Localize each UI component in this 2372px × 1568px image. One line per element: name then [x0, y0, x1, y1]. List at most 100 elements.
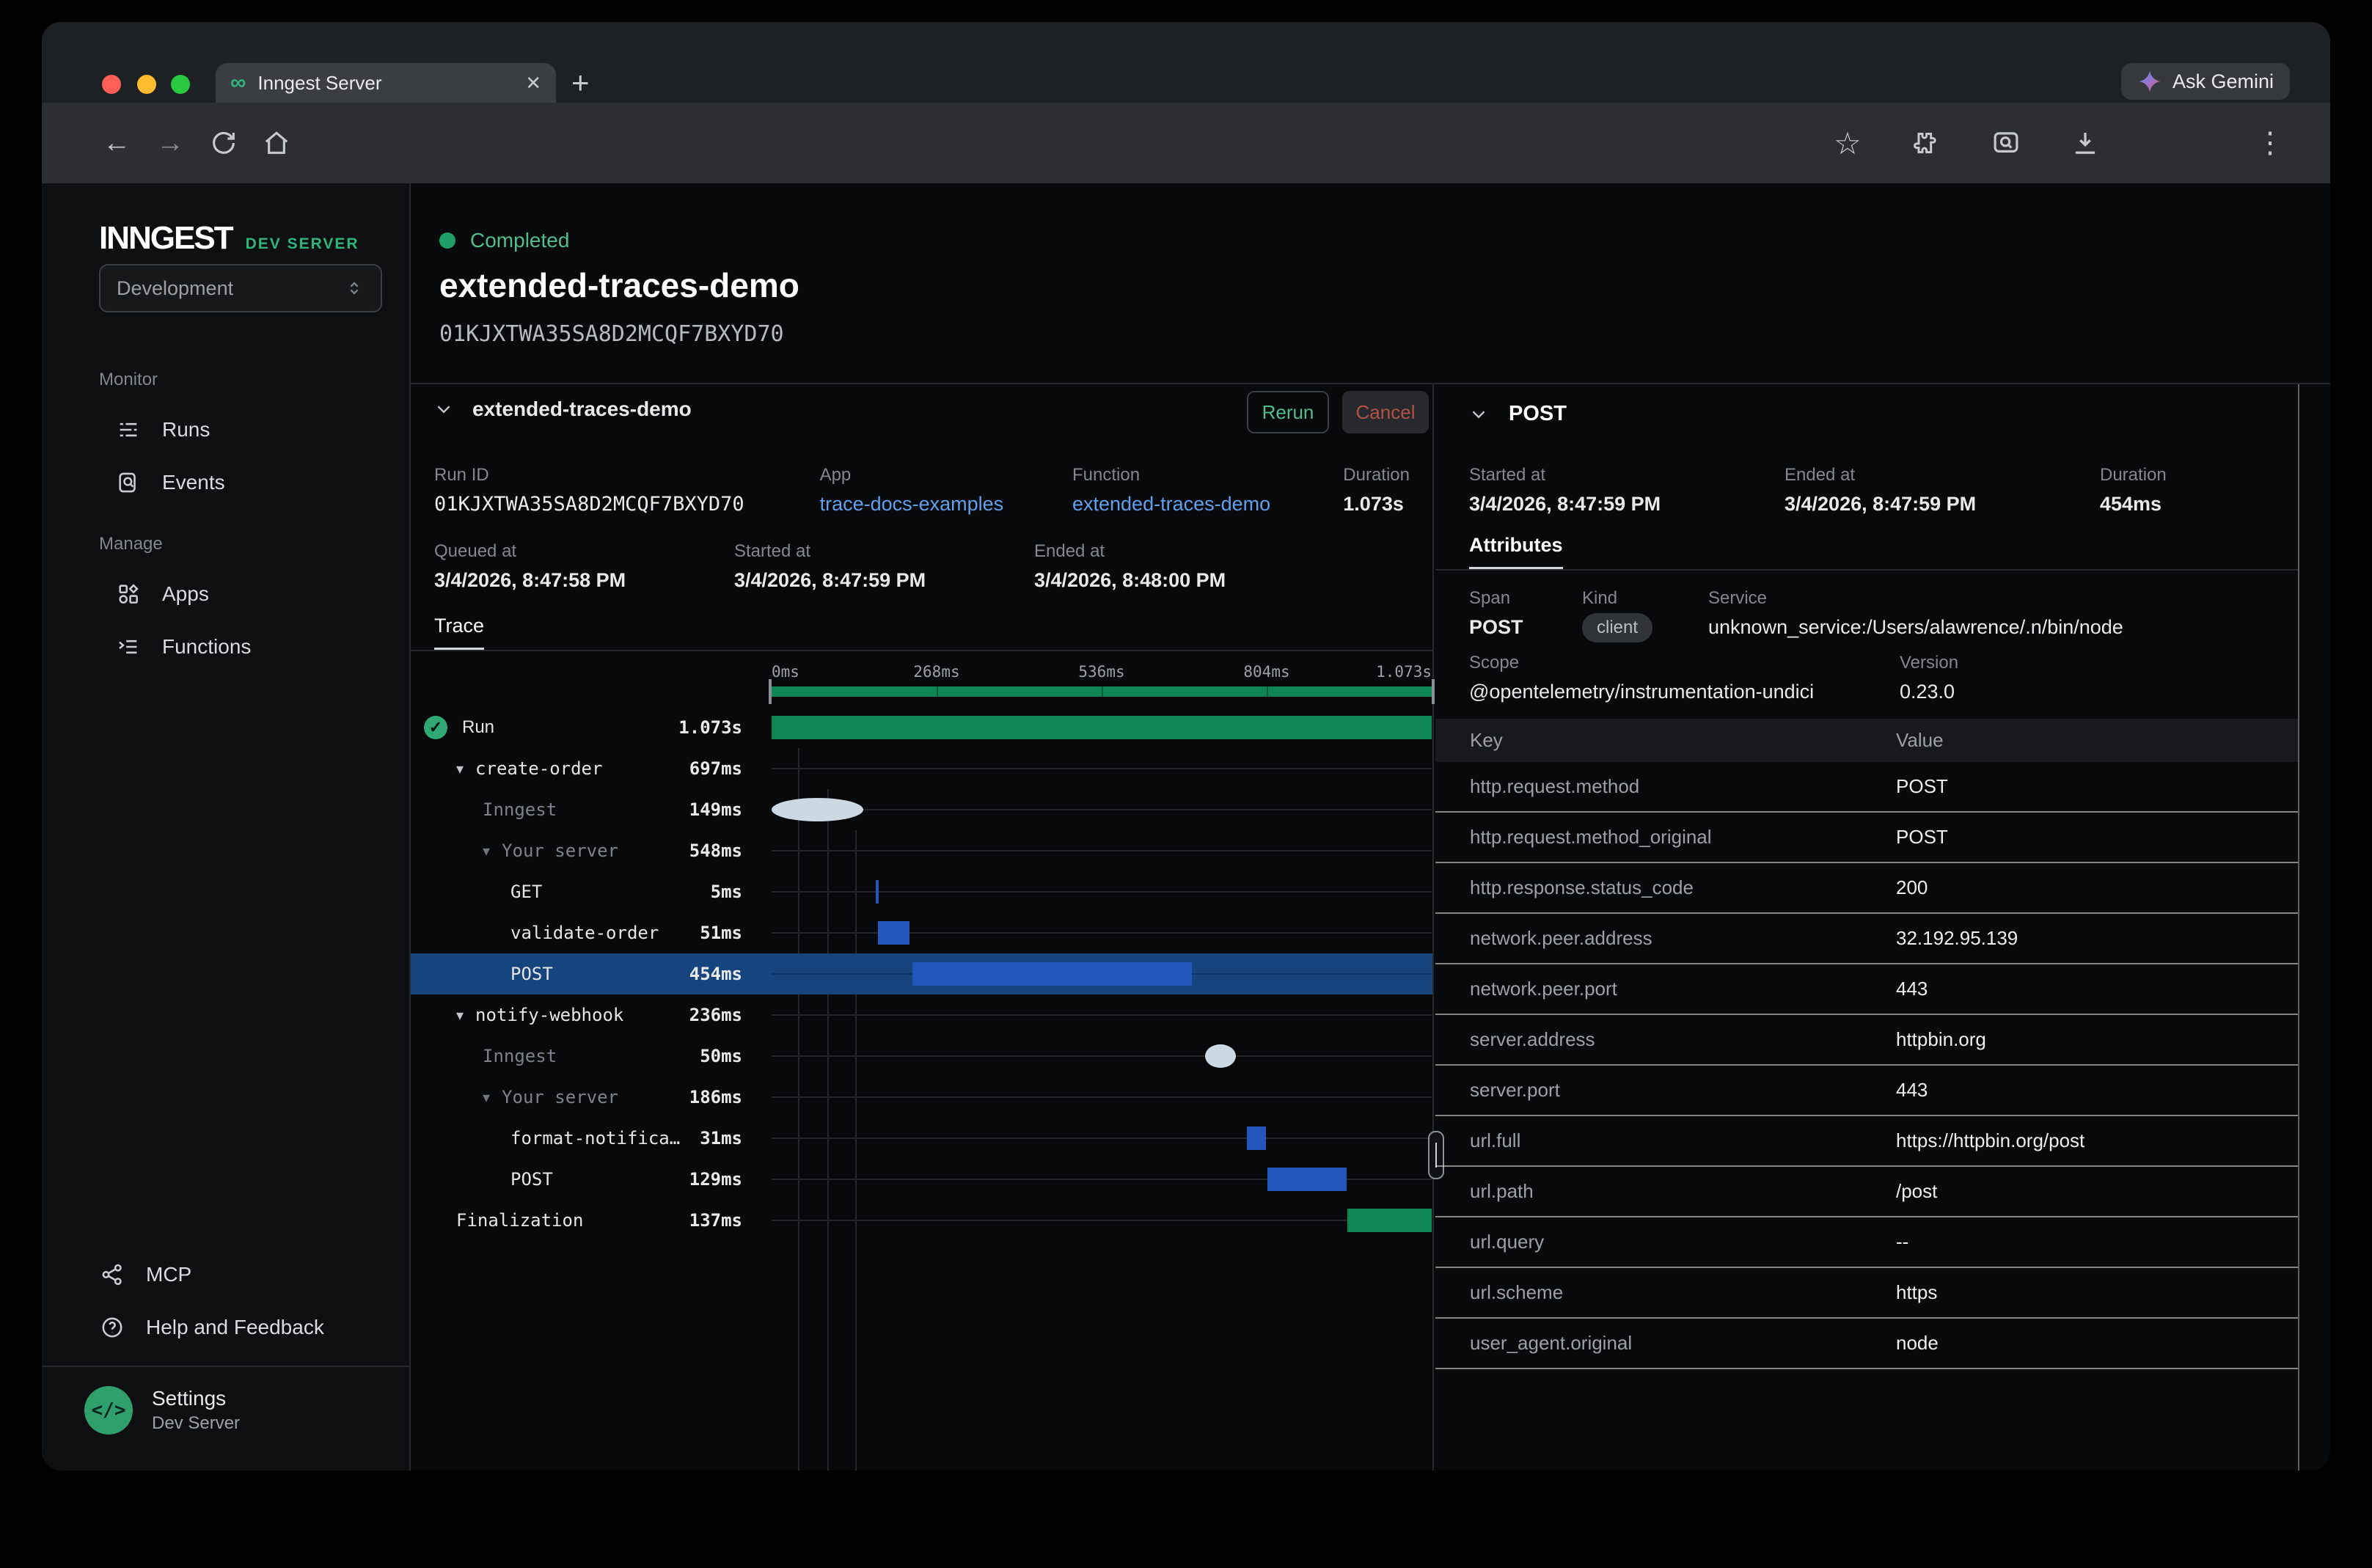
chevron-expand-icon[interactable]: ▾: [456, 760, 464, 778]
attribute-row: network.peer.address32.192.95.139: [1435, 914, 2298, 964]
environment-select[interactable]: Development: [99, 264, 382, 312]
trace-row-label-area: ▾create-order697ms: [411, 758, 742, 779]
trace-row-your-server[interactable]: ▾Your server548ms: [411, 830, 1432, 871]
trace-row-track: [772, 1118, 1432, 1159]
span-bar[interactable]: [878, 921, 909, 945]
minimap-handle-left[interactable]: [769, 679, 772, 704]
trace-row-validate-order[interactable]: validate-order51ms: [411, 912, 1432, 953]
trace-row-track: [772, 994, 1432, 1036]
meta-label: App: [820, 465, 1072, 486]
detail-label: Version: [1900, 653, 2269, 673]
sidebar-item-label: Runs: [162, 418, 210, 442]
browser-tab[interactable]: ∞ Inngest Server ✕: [216, 63, 556, 103]
detail-field: Version0.23.0: [1900, 653, 2269, 703]
span-bar[interactable]: [772, 716, 1432, 739]
span-bar[interactable]: [876, 880, 879, 904]
kebab-menu-icon[interactable]: ⋮: [2248, 103, 2292, 183]
trace-row-duration: 548ms: [689, 840, 742, 861]
trace-row-get[interactable]: GET5ms: [411, 871, 1432, 912]
trace-row-finalization[interactable]: Finalization137ms: [411, 1200, 1432, 1241]
meta-label: Duration: [1343, 465, 1410, 486]
span-bar[interactable]: [1247, 1126, 1266, 1150]
attribute-key: http.request.method: [1470, 775, 1896, 798]
tab-close-icon[interactable]: ✕: [525, 72, 541, 95]
new-tab-button[interactable]: +: [571, 66, 590, 100]
sidebar-item-help[interactable]: Help and Feedback: [42, 1301, 409, 1354]
trace-row-inngest[interactable]: Inngest149ms: [411, 789, 1432, 830]
meta-value[interactable]: extended-traces-demo: [1072, 493, 1343, 516]
window-close-button[interactable]: [102, 75, 121, 94]
meta-field: Started at3/4/2026, 8:47:59 PM: [734, 541, 1034, 592]
check-circle-icon: ✓: [424, 716, 447, 739]
attribute-value: 200: [1896, 876, 1928, 899]
trace-row-label-area: GET5ms: [411, 882, 742, 902]
trace-row-inngest[interactable]: Inngest50ms: [411, 1036, 1432, 1077]
tab-attributes[interactable]: Attributes: [1469, 534, 1563, 570]
sidebar-item-label: Functions: [162, 635, 251, 659]
sidebar-item-apps[interactable]: Apps: [42, 568, 409, 620]
downloads-icon[interactable]: [2063, 103, 2107, 183]
tab-border: [1435, 569, 2298, 571]
span-bar[interactable]: [1267, 1168, 1347, 1191]
tab-trace[interactable]: Trace: [434, 615, 484, 651]
reload-icon[interactable]: [202, 103, 246, 183]
trace-row-track: [772, 953, 1432, 994]
timeline-axis: 0ms268ms536ms804ms1.073s: [772, 663, 1432, 685]
trace-row-notify-webhook[interactable]: ▾notify-webhook236ms: [411, 994, 1432, 1036]
sidebar-item-events[interactable]: Events: [42, 456, 409, 509]
span-bar[interactable]: [772, 798, 863, 821]
trace-row-duration: 137ms: [689, 1210, 742, 1231]
meta-value[interactable]: trace-docs-examples: [820, 493, 1072, 516]
timeline-minimap[interactable]: [772, 686, 1432, 697]
trace-row-label-area: ▾Your server548ms: [411, 840, 742, 861]
trace-row-run[interactable]: ✓Run1.073s: [411, 707, 1432, 748]
span-bar[interactable]: [1347, 1209, 1432, 1232]
meta-field: Functionextended-traces-demo: [1072, 465, 1343, 516]
span-bar[interactable]: [912, 962, 1192, 986]
sidebar-item-runs[interactable]: Runs: [42, 403, 409, 456]
cancel-button[interactable]: Cancel: [1342, 391, 1429, 433]
trace-row-name: Your server: [502, 1087, 618, 1107]
settings-sublabel: Dev Server: [152, 1413, 240, 1434]
trace-row-format-notifica-[interactable]: format-notifica…31ms: [411, 1118, 1432, 1159]
detail-value: @opentelemetry/instrumentation-undici: [1469, 681, 1900, 703]
chevron-expand-icon[interactable]: ▾: [483, 1088, 490, 1107]
bookmark-star-icon[interactable]: ☆: [1826, 103, 1870, 183]
extensions-icon[interactable]: [1900, 103, 1944, 183]
sidebar-item-mcp[interactable]: MCP: [42, 1248, 409, 1301]
chevron-expand-icon[interactable]: ▾: [483, 842, 490, 860]
span-details-header[interactable]: POST: [1469, 402, 1567, 426]
span-bar[interactable]: [1205, 1044, 1236, 1068]
attribute-key: http.request.method_original: [1470, 826, 1896, 849]
window-zoom-button[interactable]: [171, 75, 190, 94]
rerun-button[interactable]: Rerun: [1247, 391, 1329, 433]
window-minimize-button[interactable]: [137, 75, 156, 94]
sidebar-item-functions[interactable]: Functions: [42, 620, 409, 673]
trace-row-duration: 5ms: [711, 882, 742, 902]
trace-row-duration: 1.073s: [678, 717, 742, 738]
trace-row-post[interactable]: POST454ms: [411, 953, 1432, 994]
forward-icon[interactable]: →: [148, 103, 192, 183]
trace-row-post[interactable]: POST129ms: [411, 1159, 1432, 1200]
attribute-key: user_agent.original: [1470, 1332, 1896, 1355]
attribute-row: url.path/post: [1435, 1167, 2298, 1217]
trace-row-duration: 129ms: [689, 1169, 742, 1190]
ask-gemini-button[interactable]: Ask Gemini: [2121, 63, 2290, 100]
detail-field: Kindclient: [1582, 588, 1708, 642]
detail-field: SpanPOST: [1469, 588, 1582, 642]
attribute-value: --: [1896, 1231, 1908, 1253]
sidebar-divider: [42, 1366, 409, 1367]
trace-row-your-server[interactable]: ▾Your server186ms: [411, 1077, 1432, 1118]
attribute-row: http.response.status_code200: [1435, 863, 2298, 914]
minimap-handle-right[interactable]: [1432, 679, 1435, 704]
back-icon[interactable]: ←: [95, 103, 139, 183]
home-icon[interactable]: [255, 103, 299, 183]
search-this-page-icon[interactable]: [1984, 103, 2028, 183]
attribute-value: node: [1896, 1332, 1939, 1355]
chevron-expand-icon[interactable]: ▾: [456, 1006, 464, 1025]
trace-panel-header[interactable]: extended-traces-demo: [434, 398, 692, 421]
sidebar-item-settings[interactable]: </> Settings Dev Server: [84, 1386, 240, 1435]
gemini-icon: [2137, 69, 2162, 94]
trace-row-create-order[interactable]: ▾create-order697ms: [411, 748, 1432, 789]
sidebar-item-label: Apps: [162, 582, 209, 606]
